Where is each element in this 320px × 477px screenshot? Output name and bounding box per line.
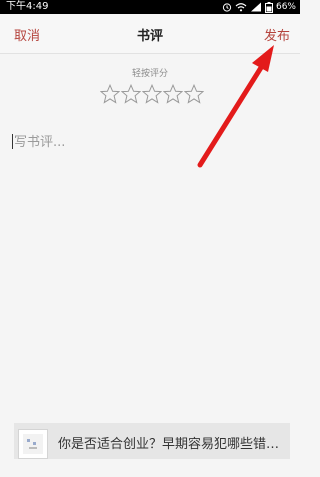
alarm-icon <box>222 3 232 12</box>
review-placeholder: 写书评... <box>14 135 66 150</box>
nav-bar: 取消 书评 发布 <box>0 14 300 54</box>
status-icons: 66% <box>222 0 296 14</box>
battery-percent: 66% <box>275 2 296 12</box>
ad-thumbnail <box>18 429 48 459</box>
book-cover-icon <box>23 434 43 454</box>
star-icon-2[interactable] <box>121 84 141 104</box>
status-bar: 下午4:49 66% <box>0 0 300 14</box>
ad-banner[interactable]: 你是否适合创业？早期容易犯哪些错… <box>14 423 290 459</box>
wifi-icon <box>235 3 247 12</box>
star-icon-3[interactable] <box>142 84 162 104</box>
text-cursor <box>12 134 13 149</box>
star-icon-5[interactable] <box>184 84 204 104</box>
publish-button[interactable]: 发布 <box>264 25 290 44</box>
page-title: 书评 <box>136 29 163 44</box>
signal-icon <box>250 2 261 12</box>
star-icon-1[interactable] <box>100 84 120 104</box>
star-icon-4[interactable] <box>163 84 183 104</box>
star-rating <box>100 84 204 106</box>
review-textarea[interactable]: 写书评... <box>12 132 288 382</box>
ad-text: 你是否适合创业？早期容易犯哪些错… <box>58 437 280 452</box>
rating-label: 轻按评分 <box>131 69 168 79</box>
battery-icon <box>264 1 273 13</box>
status-time: 下午4:49 <box>6 1 49 12</box>
